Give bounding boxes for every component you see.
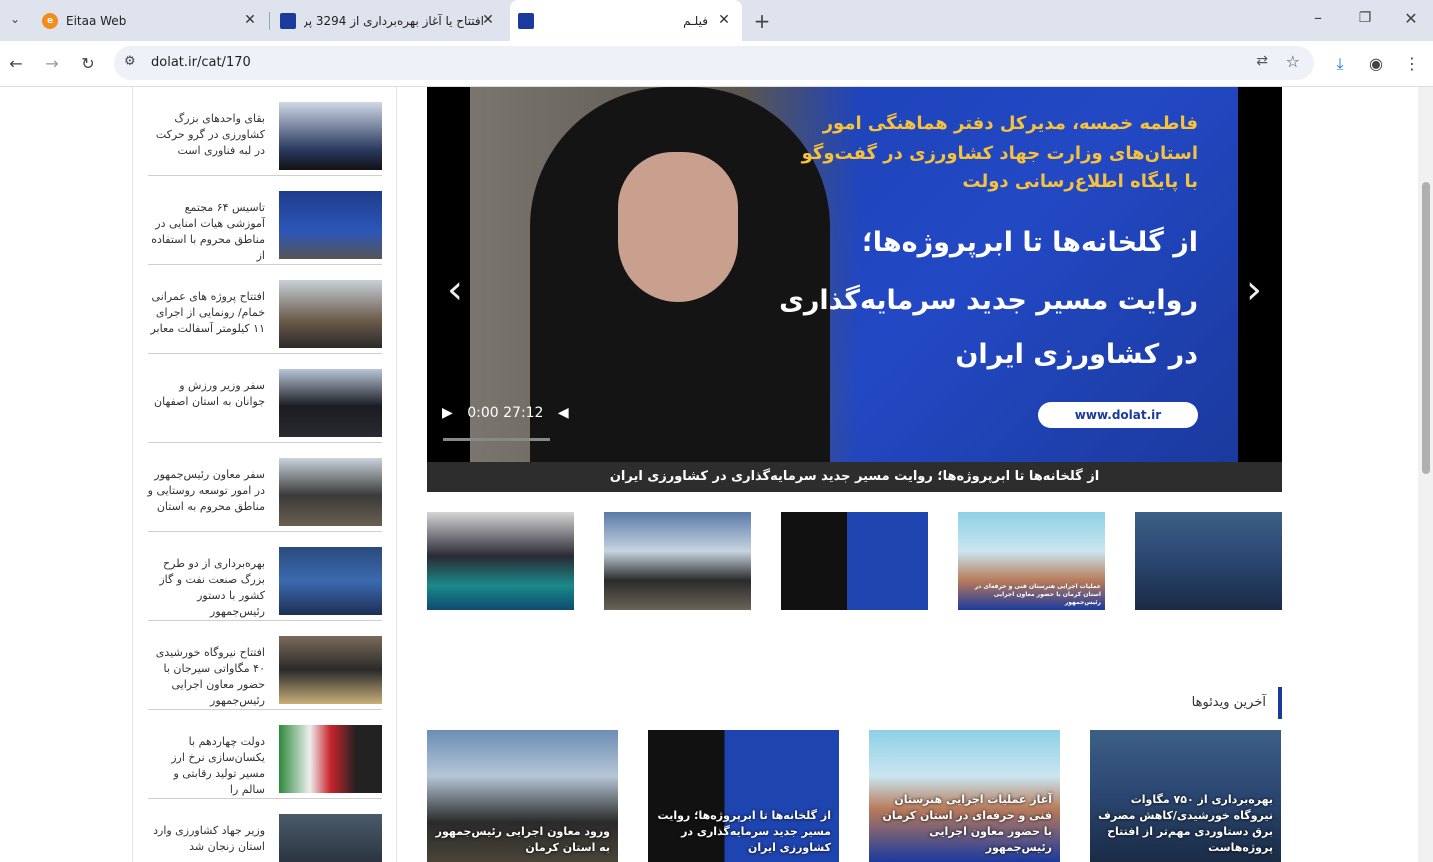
thumbnail-4[interactable]: عملیات اجرایی هنرستان فنی و حرفه‌ای در ا… (958, 512, 1105, 610)
next-arrow-icon[interactable]: › (1246, 267, 1262, 313)
thumbnail-label: عملیات اجرایی هنرستان فنی و حرفه‌ای در ا… (974, 583, 1101, 606)
close-icon[interactable]: ✕ (242, 12, 258, 28)
news-title[interactable]: وزیر جهاد کشاورزی وارد استان زنجان شد (147, 823, 265, 855)
video-card[interactable]: آغاز عملیات اجرایی هنرستان فنی و حرفه‌ای… (869, 730, 1060, 862)
banner-line: فاطمه خمسه، مدیرکل دفتر هماهنگی امور (822, 113, 1198, 134)
address-bar[interactable]: ⚙ dolat.ir/cat/170 ⇄ ☆ (114, 46, 1314, 80)
news-title[interactable]: سفر وزیر ورزش و جوانان به استان اصفهان (147, 378, 265, 410)
forward-icon[interactable]: → (42, 54, 62, 73)
video-card[interactable]: از گلخانه‌ها تا ابرپروژه‌ها؛ روایت مسیر … (648, 730, 839, 862)
section-title: آخرین ویدئوها (1100, 687, 1282, 719)
news-title[interactable]: بقای واحدهای بزرگ کشاورزی در گرو حرکت در… (147, 111, 265, 159)
menu-kebab-icon[interactable]: ⋮ (1402, 54, 1422, 73)
volume-icon[interactable]: ◀ (558, 405, 569, 421)
list-item[interactable]: سفر معاون رئیس‌جمهور در امور توسعه روستا… (148, 443, 382, 532)
sidebar-news-list: بقای واحدهای بزرگ کشاورزی در گرو حرکت در… (132, 87, 397, 862)
time-display: 0:00 27:12 (467, 405, 544, 421)
close-icon[interactable]: ✕ (716, 12, 732, 28)
video-card[interactable]: بهره‌برداری از ۷۵۰ مگاوات نیروگاه خورشید… (1090, 730, 1281, 862)
news-thumbnail[interactable] (279, 191, 382, 259)
thumbnail-2[interactable] (604, 512, 751, 610)
video-player[interactable]: فاطمه خمسه، مدیرکل دفتر هماهنگی امور است… (427, 87, 1282, 492)
news-thumbnail[interactable] (279, 458, 382, 526)
page-content: بقای واحدهای بزرگ کشاورزی در گرو حرکت در… (0, 87, 1433, 862)
tab-eitaa[interactable]: e Eitaa Web ✕ (32, 0, 268, 41)
banner-line: با پایگاه اطلاع‌رسانی دولت (962, 171, 1198, 192)
list-item[interactable]: وزیر جهاد کشاورزی وارد استان زنجان شد (148, 799, 382, 862)
thumbnail-5[interactable] (1135, 512, 1282, 610)
url-text[interactable]: dolat.ir/cat/170 (151, 55, 251, 70)
video-title[interactable]: از گلخانه‌ها تا ابرپروژه‌ها؛ روایت مسیر … (656, 808, 831, 856)
tab-search-chevron-icon[interactable]: ⌄ (5, 12, 25, 26)
close-icon[interactable]: ✕ (480, 12, 496, 28)
scrollbar-thumb[interactable] (1422, 182, 1430, 474)
tab-dolat-news[interactable]: افتتاح یا آغاز بهره‌برداری از 3294 پر ✕ (270, 0, 506, 41)
player-controls: ▶ 0:00 27:12 ◀ (442, 405, 569, 421)
thumbnail-strip: عملیات اجرایی هنرستان فنی و حرفه‌ای در ا… (427, 512, 1282, 610)
news-thumbnail[interactable] (279, 369, 382, 437)
seek-bar[interactable] (443, 438, 550, 441)
dolat-icon (518, 12, 534, 29)
video-poster: فاطمه خمسه، مدیرکل دفتر هماهنگی امور است… (470, 87, 1238, 462)
new-tab-icon[interactable]: + (752, 9, 772, 33)
news-thumbnail[interactable] (279, 547, 382, 615)
news-title[interactable]: تاسیس ۶۴ مجتمع آموزشی هیات امنایی در منا… (147, 200, 265, 264)
video-title[interactable]: آغاز عملیات اجرایی هنرستان فنی و حرفه‌ای… (877, 792, 1052, 856)
tab-title: فیلـم (683, 13, 708, 28)
tab-title: افتتاح یا آغاز بهره‌برداری از 3294 پر (304, 13, 484, 28)
tab-title: Eitaa Web (66, 13, 127, 28)
play-icon[interactable]: ▶ (442, 405, 453, 421)
video-caption: از گلخانه‌ها تا ابرپروژه‌ها؛ روایت مسیر … (427, 462, 1282, 492)
banner-headline: در کشاورزی ایران (955, 339, 1198, 370)
news-thumbnail[interactable] (279, 280, 382, 348)
news-title[interactable]: افتتاح پروژه های عمرانی خمام/ رونمایی از… (147, 289, 265, 337)
eitaa-icon: e (42, 12, 58, 29)
window-close-icon[interactable]: ✕ (1401, 9, 1421, 28)
banner-headline: روایت مسیر جدید سرمایه‌گذاری (779, 285, 1198, 316)
news-title[interactable]: دولت چهاردهم با یکسان‌سازی نرخ ارز مسیر … (147, 734, 265, 798)
bookmark-star-icon[interactable]: ☆ (1286, 52, 1300, 71)
video-card[interactable]: ورود معاون اجرایی رئیس‌جمهور به استان کر… (427, 730, 618, 862)
news-title[interactable]: بهره‌برداری از دو طرح بزرگ صنعت نفت و گا… (147, 556, 265, 620)
list-item[interactable]: سفر وزیر ورزش و جوانان به استان اصفهان (148, 354, 382, 443)
translate-icon[interactable]: ⇄ (1256, 53, 1268, 69)
page-scrollbar[interactable] (1418, 87, 1433, 862)
banner-headline: از گلخانه‌ها تا ابرپروژه‌ها؛ (861, 227, 1198, 258)
profile-icon[interactable]: ◉ (1366, 54, 1386, 73)
list-item[interactable]: افتتاح پروژه های عمرانی خمام/ رونمایی از… (148, 265, 382, 354)
toolbar: ← → ↻ ⚙ dolat.ir/cat/170 ⇄ ☆ ⤓ ◉ ⋮ (0, 41, 1433, 87)
tab-strip: ⌄ e Eitaa Web ✕ افتتاح یا آغاز بهره‌بردا… (0, 0, 1433, 41)
news-thumbnail[interactable] (279, 814, 382, 862)
site-info-icon[interactable]: ⚙ (124, 54, 136, 69)
back-icon[interactable]: ← (6, 54, 26, 73)
list-item[interactable]: بقای واحدهای بزرگ کشاورزی در گرو حرکت در… (148, 87, 382, 176)
dolat-icon (280, 12, 296, 29)
video-title[interactable]: ورود معاون اجرایی رئیس‌جمهور به استان کر… (435, 824, 610, 856)
thumbnail-3[interactable] (781, 512, 928, 610)
news-title[interactable]: افتتاح نیروگاه خورشیدی ۴۰ مگاواتی سیرجان… (147, 645, 265, 709)
prev-arrow-icon[interactable]: ‹ (447, 267, 463, 313)
banner-line: استان‌های وزارت جهاد کشاورزی در گفت‌وگو (801, 143, 1198, 164)
news-thumbnail[interactable] (279, 102, 382, 170)
thumbnail-1[interactable] (427, 512, 574, 610)
download-icon[interactable]: ⤓ (1330, 54, 1350, 74)
restore-icon[interactable]: ❐ (1355, 10, 1375, 26)
list-item[interactable]: بهره‌برداری از دو طرح بزرگ صنعت نفت و گا… (148, 532, 382, 621)
news-title[interactable]: سفر معاون رئیس‌جمهور در امور توسعه روستا… (147, 467, 265, 515)
list-item[interactable]: تاسیس ۶۴ مجتمع آموزشی هیات امنایی در منا… (148, 176, 382, 265)
list-item[interactable]: دولت چهاردهم با یکسان‌سازی نرخ ارز مسیر … (148, 710, 382, 799)
reload-icon[interactable]: ↻ (78, 54, 98, 73)
news-thumbnail[interactable] (279, 725, 382, 793)
minimize-icon[interactable]: – (1308, 8, 1328, 27)
list-item[interactable]: افتتاح نیروگاه خورشیدی ۴۰ مگاواتی سیرجان… (148, 621, 382, 710)
poster-face (618, 152, 738, 302)
website-badge: www.dolat.ir (1038, 402, 1198, 428)
news-thumbnail[interactable] (279, 636, 382, 704)
video-title[interactable]: بهره‌برداری از ۷۵۰ مگاوات نیروگاه خورشید… (1098, 792, 1273, 856)
tab-film[interactable]: فیلـم ✕ (510, 0, 742, 41)
